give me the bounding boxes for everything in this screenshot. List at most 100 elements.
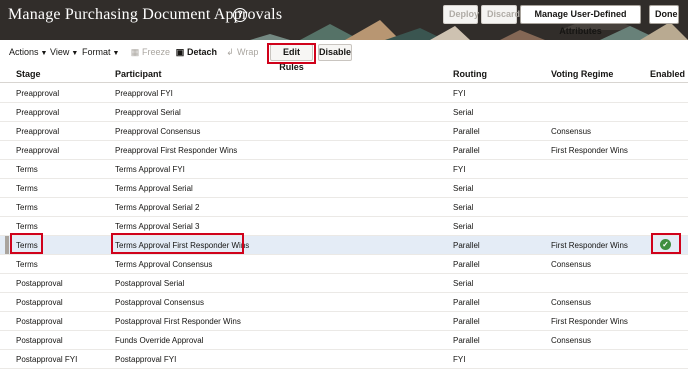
column-header-enabled[interactable]: Enabled: [650, 69, 685, 79]
chevron-down-icon: ▼: [40, 50, 48, 57]
routing-cell: Parallel: [453, 127, 480, 136]
participant-cell: Terms Approval Serial 3: [115, 222, 200, 231]
participant-cell: Terms Approval Consensus: [115, 260, 213, 269]
table-row[interactable]: Postapproval Funds Override Approval Paral…: [0, 331, 688, 350]
participant-cell: Preapproval First Responder Wins: [115, 146, 238, 155]
participant-cell: Preapproval FYI: [115, 89, 173, 98]
participant-cell: Funds Override Approval: [115, 336, 204, 345]
participant-cell-highlight: [111, 233, 244, 254]
routing-cell: FYI: [453, 355, 466, 364]
stage-cell: Postapproval FYI: [16, 355, 78, 364]
table-toolbar: Actions ▼ View ▼ Format ▼ ▦ Freeze ▣ Detach ↲…: [0, 40, 688, 72]
routing-cell: Serial: [453, 279, 474, 288]
chevron-down-icon: ▼: [112, 50, 120, 57]
stage-cell: Terms: [16, 165, 38, 174]
view-menu[interactable]: View ▼: [50, 47, 78, 57]
routing-cell: Serial: [453, 108, 474, 117]
actions-menu[interactable]: Actions ▼: [9, 47, 47, 57]
routing-cell: FYI: [453, 165, 466, 174]
column-header-stage[interactable]: Stage: [16, 69, 41, 79]
participant-cell: Postapproval First Responder Wins: [115, 317, 241, 326]
column-header-voting-regime[interactable]: Voting Regime: [551, 69, 613, 79]
participant-cell: Postapproval Serial: [115, 279, 185, 288]
discard-button[interactable]: Discard: [481, 5, 520, 24]
voting-regime-cell: Consensus: [551, 127, 592, 136]
format-menu[interactable]: Format ▼: [82, 47, 119, 57]
table-row[interactable]: Postapproval Postapproval Serial Serial: [0, 274, 688, 293]
routing-cell: Parallel: [453, 298, 480, 307]
freeze-icon: ▦: [130, 47, 140, 57]
voting-regime-cell: Consensus: [551, 336, 592, 345]
stage-cell: Postapproval: [16, 279, 63, 288]
routing-cell: Serial: [453, 184, 474, 193]
voting-regime-cell: First Responder Wins: [551, 317, 628, 326]
manage-user-defined-attributes-button[interactable]: Manage User-Defined Attributes: [520, 5, 641, 36]
disable-button[interactable]: Disable: [318, 44, 352, 61]
column-header-participant[interactable]: Participant: [115, 69, 162, 79]
table-row[interactable]: Terms Terms Approval FYI FYI: [0, 160, 688, 179]
table-row[interactable]: Postapproval Postapproval Consensus Parall…: [0, 293, 688, 312]
stage-cell: Terms: [16, 184, 38, 193]
wrap-button[interactable]: ↲ Wrap: [225, 47, 258, 58]
routing-cell: Parallel: [453, 317, 480, 326]
table-row[interactable]: Terms Terms Approval First Responder Wins…: [0, 236, 688, 255]
stage-cell-highlight: [10, 233, 43, 254]
done-button[interactable]: Done: [649, 5, 679, 24]
participant-cell: Postapproval FYI: [115, 355, 177, 364]
view-menu-label: View: [50, 47, 70, 57]
routing-cell: Parallel: [453, 146, 480, 155]
table-row[interactable]: Postapproval Postapproval First Responder…: [0, 312, 688, 331]
participant-cell: Terms Approval Serial 2: [115, 203, 200, 212]
wrap-label: Wrap: [237, 47, 259, 57]
deploy-button[interactable]: Deploy: [443, 5, 479, 24]
participant-cell: Preapproval Serial: [115, 108, 181, 117]
routing-cell: Parallel: [453, 336, 480, 345]
stage-cell: Terms: [16, 260, 38, 269]
stage-cell: Postapproval: [16, 317, 63, 326]
routing-cell: Serial: [453, 222, 474, 231]
wrap-icon: ↲: [226, 47, 234, 57]
table-row[interactable]: Terms Terms Approval Serial Serial: [0, 179, 688, 198]
format-menu-label: Format: [82, 47, 111, 57]
stage-cell: Terms: [16, 203, 38, 212]
routing-cell: FYI: [453, 89, 466, 98]
table-header-row: Stage Participant Routing Voting Regime …: [0, 64, 688, 83]
voting-regime-cell: First Responder Wins: [551, 241, 628, 250]
stage-cell: Terms: [16, 222, 38, 231]
enabled-cell-highlight: [651, 233, 681, 254]
table-row[interactable]: Preapproval Preapproval FYI FYI: [0, 84, 688, 103]
stage-cell: Postapproval: [16, 336, 63, 345]
voting-regime-cell: Consensus: [551, 298, 592, 307]
freeze-button[interactable]: ▦ Freeze: [130, 47, 170, 58]
actions-menu-label: Actions: [9, 47, 39, 57]
routing-cell: Serial: [453, 203, 474, 212]
table-row[interactable]: Preapproval Preapproval Serial Serial: [0, 103, 688, 122]
table-row[interactable]: Terms Terms Approval Consensus Parallel Con…: [0, 255, 688, 274]
row-selection-indicator: [5, 236, 9, 254]
table-row[interactable]: Terms Terms Approval Serial 2 Serial: [0, 198, 688, 217]
routing-cell: Parallel: [453, 260, 480, 269]
stage-cell: Preapproval: [16, 127, 60, 136]
detach-icon: ▣: [175, 47, 185, 57]
table-row[interactable]: Preapproval Preapproval Consensus Parallel…: [0, 122, 688, 141]
page-header: Manage Purchasing Document Approvals ? D…: [0, 0, 688, 40]
freeze-label: Freeze: [142, 47, 171, 57]
detach-button[interactable]: ▣ Detach: [175, 47, 217, 58]
column-header-routing[interactable]: Routing: [453, 69, 487, 79]
participant-cell: Postapproval Consensus: [115, 298, 204, 307]
participant-cell: Terms Approval Serial: [115, 184, 193, 193]
voting-regime-cell: First Responder Wins: [551, 146, 628, 155]
help-icon[interactable]: ?: [233, 8, 247, 22]
stage-cell: Postapproval: [16, 298, 63, 307]
stage-cell: Preapproval: [16, 89, 60, 98]
stage-cell: Preapproval: [16, 108, 60, 117]
participant-cell: Terms Approval FYI: [115, 165, 185, 174]
edit-rules-highlight: [267, 43, 316, 64]
chevron-down-icon: ▼: [71, 50, 79, 57]
routing-cell: Parallel: [453, 241, 480, 250]
table-row[interactable]: Preapproval Preapproval First Responder W…: [0, 141, 688, 160]
table-row[interactable]: Terms Terms Approval Serial 3 Serial: [0, 217, 688, 236]
detach-label: Detach: [187, 47, 218, 57]
voting-regime-cell: Consensus: [551, 260, 592, 269]
table-row[interactable]: Postapproval FYI Postapproval FYI FYI: [0, 350, 688, 369]
